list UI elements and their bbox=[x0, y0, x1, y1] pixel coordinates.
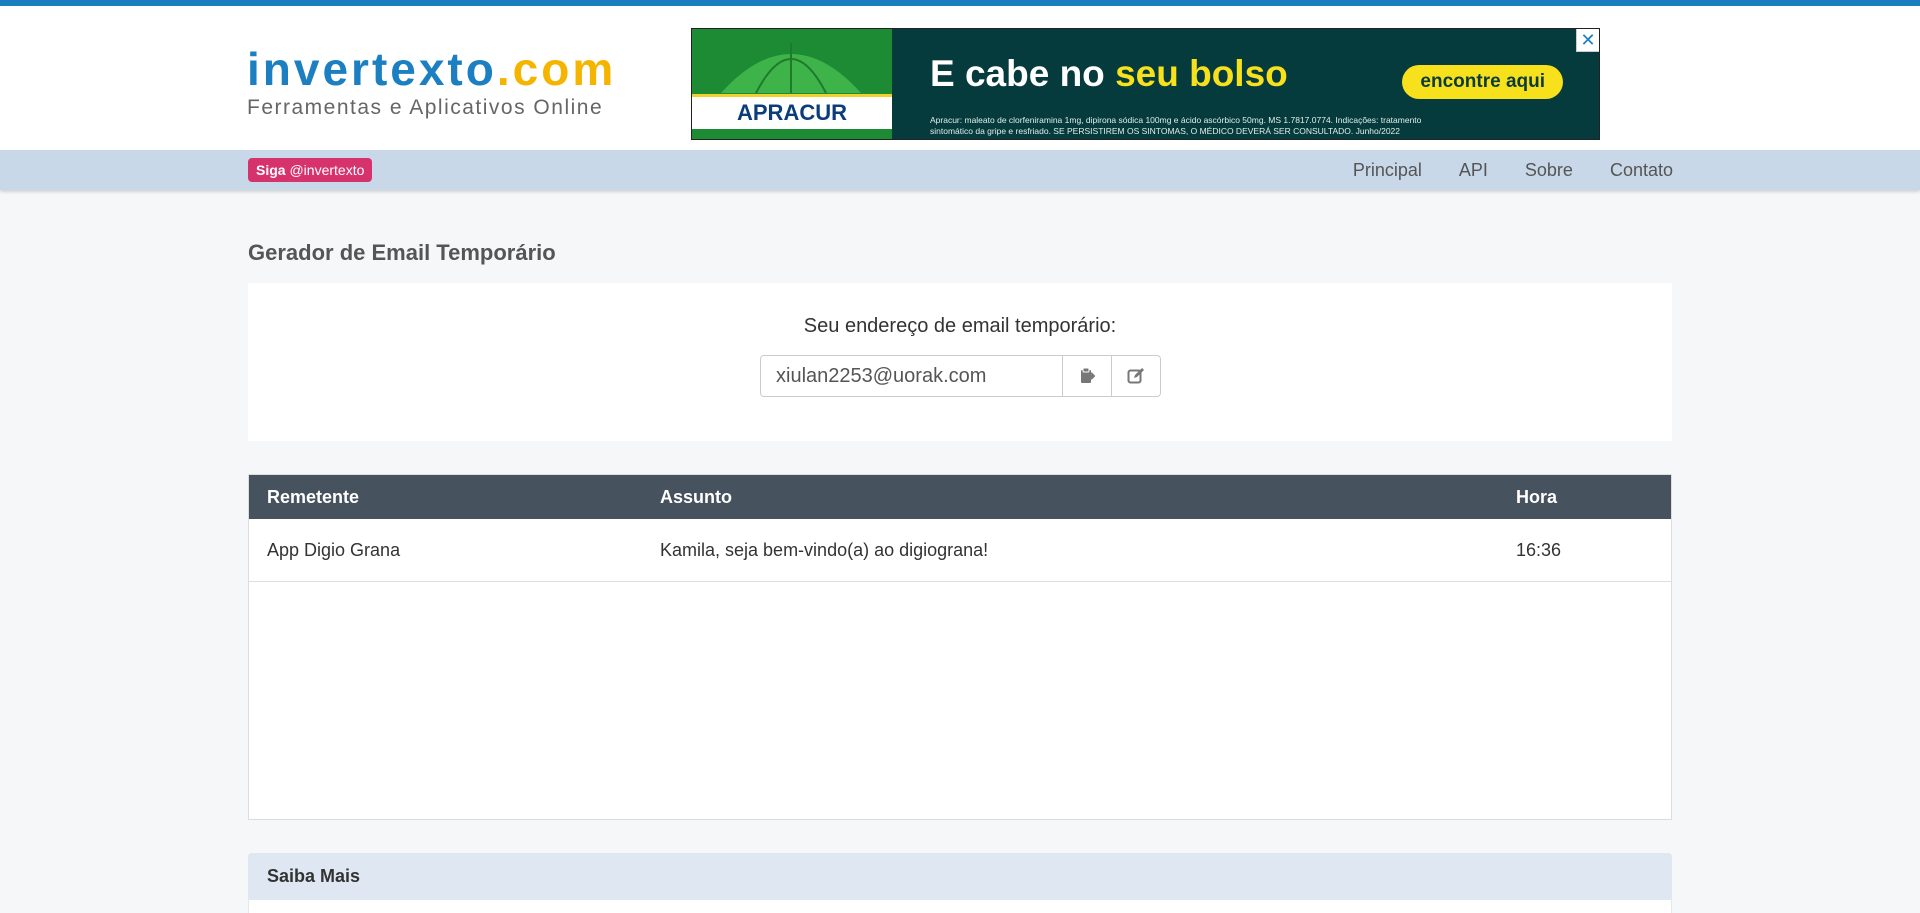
email-address-field[interactable] bbox=[760, 355, 1063, 397]
email-card: Seu endereço de email temporário: bbox=[248, 283, 1672, 441]
edit-icon bbox=[1127, 368, 1144, 384]
clipboard-icon bbox=[1081, 367, 1095, 383]
column-header-assunto: Assunto bbox=[642, 475, 1498, 519]
edit-button[interactable] bbox=[1112, 355, 1161, 397]
saiba-mais-body bbox=[248, 899, 1672, 913]
nav-link-principal[interactable]: Principal bbox=[1353, 160, 1422, 181]
ad-headline: E cabe no seu bolso bbox=[930, 53, 1288, 94]
row-subject: Kamila, seja bem-vindo(a) ao digiograna! bbox=[642, 519, 1498, 582]
site-header: invertexto.com Ferramentas e Aplicativos… bbox=[0, 6, 1920, 150]
ad-headline-highlight: seu bolso bbox=[1115, 53, 1288, 94]
follow-badge[interactable]: Siga @invertexto bbox=[248, 158, 373, 182]
table-header-row: Remetente Assunto Hora bbox=[249, 475, 1671, 519]
nav-link-api[interactable]: API bbox=[1459, 160, 1488, 181]
column-header-hora: Hora bbox=[1498, 475, 1671, 519]
saiba-mais-heading: Saiba Mais bbox=[267, 866, 361, 886]
nav-link-sobre[interactable]: Sobre bbox=[1525, 160, 1573, 181]
logo-domain: .com bbox=[496, 43, 617, 95]
ad-brand-label: APRACUR bbox=[692, 94, 892, 129]
advertisement-banner[interactable]: APRACUR E cabe no seu bolso encontre aqu… bbox=[691, 28, 1600, 140]
ad-product-panel: APRACUR bbox=[692, 29, 892, 139]
page-title: Gerador de Email Temporário bbox=[248, 240, 556, 265]
nav-link-contato[interactable]: Contato bbox=[1610, 160, 1673, 181]
email-input-group bbox=[760, 355, 1161, 397]
copy-button[interactable] bbox=[1063, 355, 1112, 397]
nav-links: Principal API Sobre Contato bbox=[1353, 150, 1673, 190]
row-sender: App Digio Grana bbox=[249, 519, 642, 582]
saiba-mais-panel: Saiba Mais bbox=[248, 853, 1672, 899]
logo-name: invertexto bbox=[247, 43, 497, 95]
inbox-table: Remetente Assunto Hora App Digio Grana K… bbox=[248, 474, 1672, 820]
column-header-remetente: Remetente bbox=[249, 475, 642, 519]
ad-cta-button[interactable]: encontre aqui bbox=[1402, 65, 1563, 99]
row-time: 16:36 bbox=[1498, 519, 1671, 582]
table-row[interactable]: App Digio Grana Kamila, seja bem-vindo(a… bbox=[249, 519, 1671, 582]
umbrella-icon bbox=[721, 43, 861, 94]
logo-tagline: Ferramentas e Aplicativos Online bbox=[247, 96, 604, 119]
ad-fine-print: Apracur: maleato de clorfeniramina 1mg, … bbox=[930, 115, 1422, 136]
email-label: Seu endereço de email temporário: bbox=[803, 315, 1117, 337]
close-icon[interactable]: ✕ bbox=[1576, 29, 1599, 52]
main-navbar: Siga @invertexto Principal API Sobre Con… bbox=[0, 150, 1920, 190]
site-logo[interactable]: invertexto.com Ferramentas e Aplicativos… bbox=[247, 46, 616, 120]
